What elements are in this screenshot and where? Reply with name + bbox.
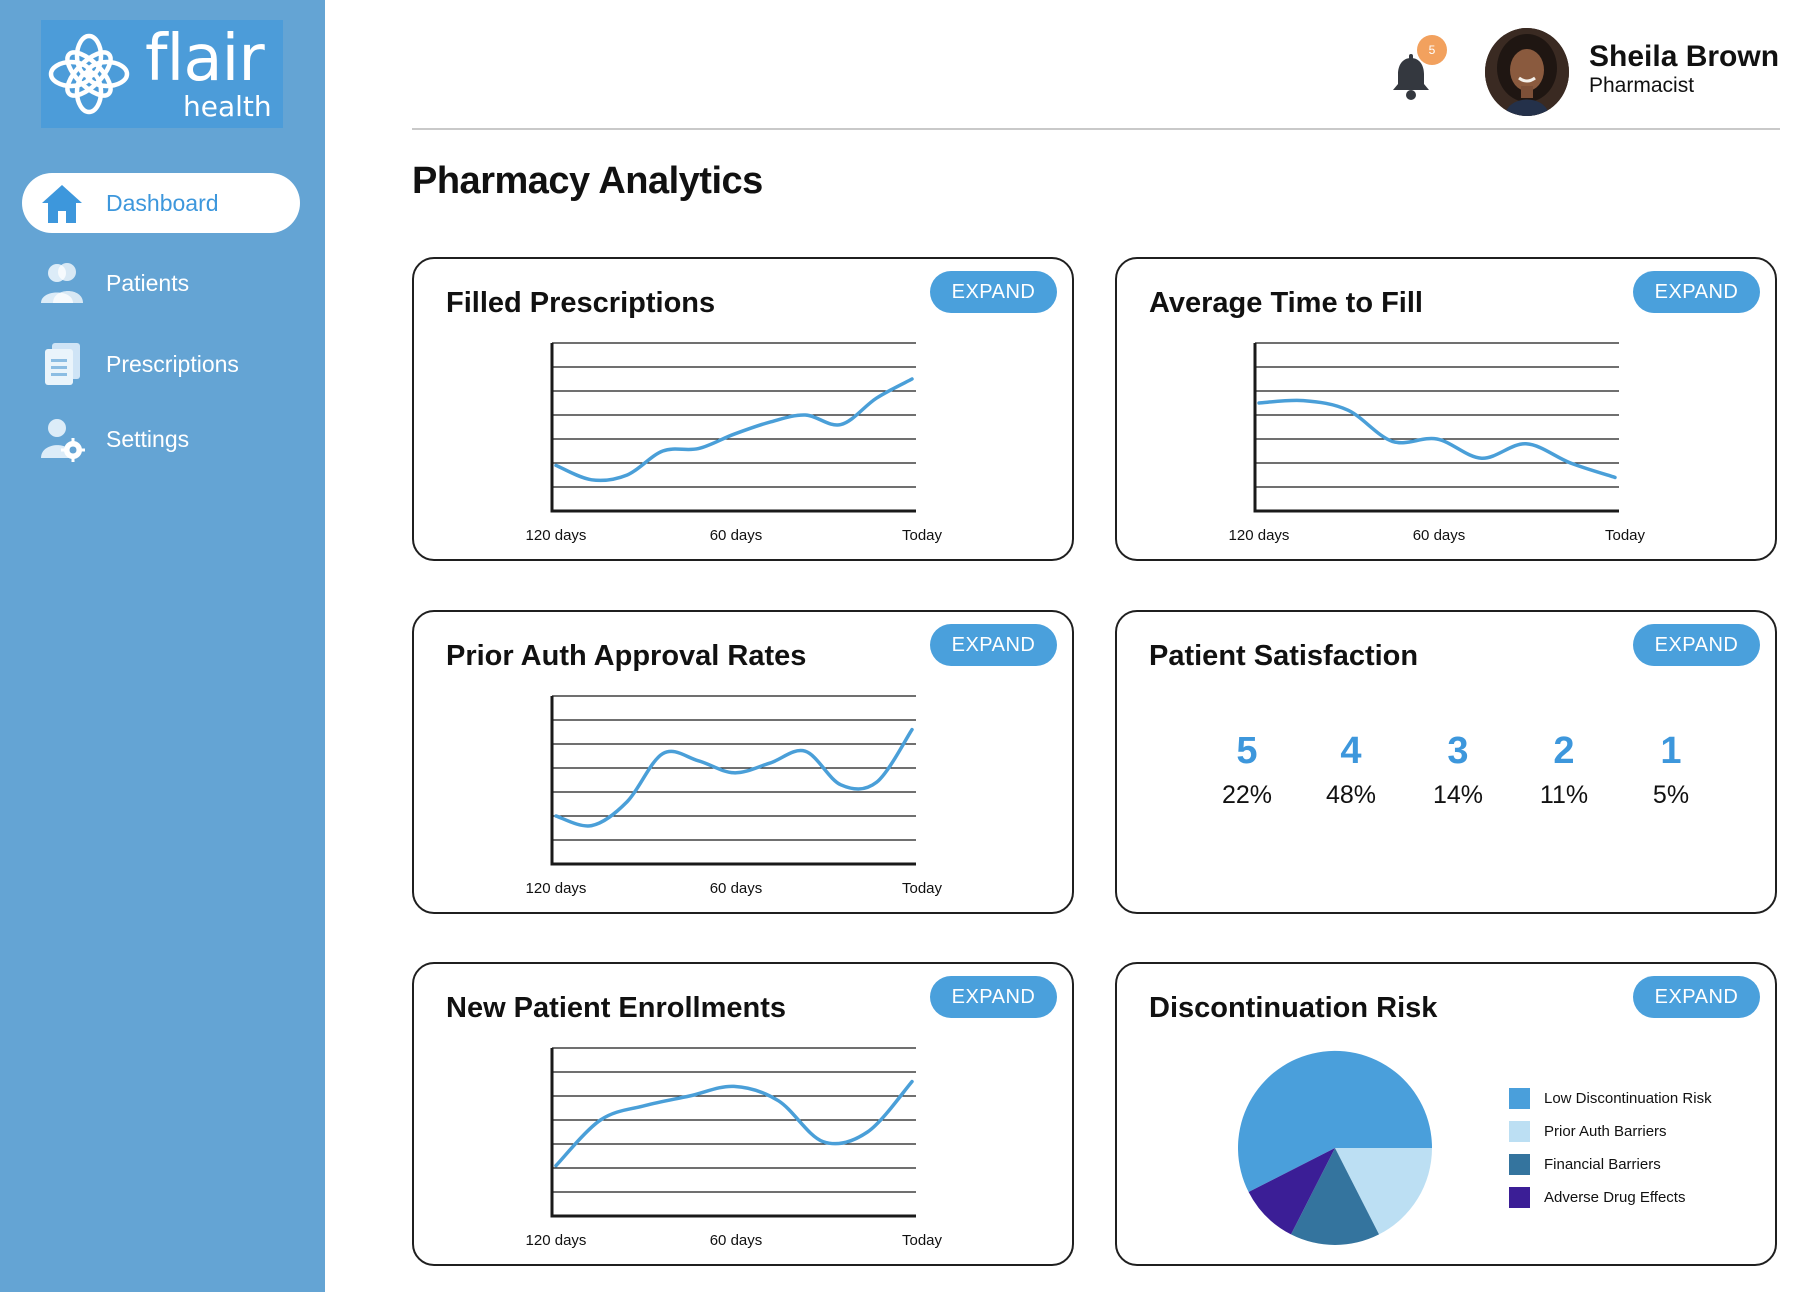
- document-icon: [38, 340, 86, 388]
- legend-label: Financial Barriers: [1544, 1156, 1661, 1173]
- card-discontinuation-risk: Discontinuation Risk EXPAND Low Disconti…: [1115, 962, 1777, 1266]
- rating-percent: 22%: [1221, 781, 1273, 809]
- card-title: Patient Satisfaction: [1149, 640, 1419, 672]
- card-filled-prescriptions: Filled Prescriptions EXPAND 120 days 60 d…: [412, 257, 1074, 561]
- rating-percent: 14%: [1432, 781, 1484, 809]
- legend-item: Adverse Drug Effects: [1509, 1181, 1712, 1214]
- sidebar: flair health Dashboard Patients Prescrip…: [0, 0, 325, 1292]
- legend-swatch: [1509, 1088, 1530, 1109]
- flair-health-logo[interactable]: flair health: [41, 20, 283, 128]
- avatar[interactable]: [1485, 28, 1569, 116]
- x-tick-label: Today: [902, 880, 943, 897]
- rating-score: 5: [1236, 730, 1258, 772]
- rating-item: 1 5%: [1621, 730, 1721, 810]
- x-tick-label: 60 days: [710, 1232, 763, 1249]
- rating-percent: 5%: [1652, 781, 1690, 809]
- line-chart-filled-prescriptions: 120 days 60 days Today: [526, 342, 943, 544]
- x-tick-label: Today: [902, 1232, 943, 1249]
- x-tick-label: Today: [1605, 527, 1646, 544]
- users-icon: [38, 259, 86, 307]
- header-divider: [412, 128, 1780, 130]
- sidebar-item-label: Prescriptions: [106, 350, 239, 377]
- page-title: Pharmacy Analytics: [412, 160, 763, 202]
- rating-item: 4 48%: [1301, 730, 1401, 810]
- notification-badge: 5: [1417, 35, 1447, 65]
- line-chart-average-time-to-fill: 120 days 60 days Today: [1229, 342, 1646, 544]
- user-gear-icon: [38, 415, 86, 463]
- rating-percent: 48%: [1325, 781, 1377, 809]
- card-patient-satisfaction: Patient Satisfaction EXPAND 5 22% 4 48% …: [1115, 610, 1777, 914]
- legend-swatch: [1509, 1121, 1530, 1142]
- series-line: [554, 377, 914, 483]
- expand-button[interactable]: EXPAND: [1633, 624, 1760, 666]
- rating-percent: 11%: [1539, 781, 1589, 809]
- legend-item: Financial Barriers: [1509, 1148, 1712, 1181]
- chart-legend: Low Discontinuation Risk Prior Auth Barr…: [1509, 1082, 1712, 1214]
- legend-item: Low Discontinuation Risk: [1509, 1082, 1712, 1115]
- brand-name: flair: [145, 22, 265, 96]
- rating-score: 1: [1660, 730, 1682, 772]
- x-tick-label: 60 days: [1413, 527, 1466, 544]
- x-tick-label: 60 days: [710, 880, 763, 897]
- legend-item: Prior Auth Barriers: [1509, 1115, 1712, 1148]
- sidebar-item-patients[interactable]: Patients: [22, 253, 300, 313]
- series-line: [554, 1079, 914, 1168]
- sidebar-item-prescriptions[interactable]: Prescriptions: [22, 334, 300, 394]
- rating-item: 3 14%: [1408, 730, 1508, 810]
- rating-score: 4: [1340, 730, 1362, 772]
- sidebar-item-dashboard[interactable]: Dashboard: [22, 173, 300, 233]
- home-icon: [38, 179, 86, 227]
- sidebar-item-label: Dashboard: [106, 189, 219, 216]
- x-tick-label: 120 days: [526, 527, 587, 544]
- expand-button[interactable]: EXPAND: [1633, 976, 1760, 1018]
- brand-sub: health: [183, 90, 272, 123]
- legend-swatch: [1509, 1187, 1530, 1208]
- rating-item: 2 11%: [1514, 730, 1614, 810]
- card-average-time-to-fill: Average Time to Fill EXPAND 120 days 60 d…: [1115, 257, 1777, 561]
- legend-swatch: [1509, 1154, 1530, 1175]
- rating-score: 3: [1447, 730, 1469, 772]
- sidebar-item-settings[interactable]: Settings: [22, 409, 300, 469]
- flower-logo-icon: [48, 33, 130, 115]
- legend-label: Prior Auth Barriers: [1544, 1123, 1667, 1140]
- x-tick-label: 120 days: [1229, 527, 1290, 544]
- legend-label: Low Discontinuation Risk: [1544, 1090, 1712, 1107]
- x-tick-label: 60 days: [710, 527, 763, 544]
- card-new-patient-enrollments: New Patient Enrollments EXPAND 120 days 6…: [412, 962, 1074, 1266]
- user-role: Pharmacist: [1589, 74, 1695, 97]
- rating-item: 5 22%: [1197, 730, 1297, 810]
- x-tick-label: 120 days: [526, 1232, 587, 1249]
- x-tick-label: Today: [902, 527, 943, 544]
- line-chart-prior-auth-approval-rates: 120 days 60 days Today: [526, 695, 943, 897]
- user-name: Sheila Brown: [1589, 40, 1780, 73]
- pie-chart-discontinuation-risk: [1238, 1050, 1432, 1245]
- line-chart-new-patient-enrollments: 120 days 60 days Today: [526, 1047, 943, 1249]
- card-prior-auth-approval-rates: Prior Auth Approval Rates EXPAND 120 day…: [412, 610, 1074, 914]
- sidebar-item-label: Settings: [106, 425, 190, 452]
- legend-label: Adverse Drug Effects: [1544, 1189, 1686, 1206]
- rating-score: 2: [1553, 730, 1575, 772]
- x-tick-label: 120 days: [526, 880, 587, 897]
- sidebar-item-label: Patients: [106, 269, 190, 296]
